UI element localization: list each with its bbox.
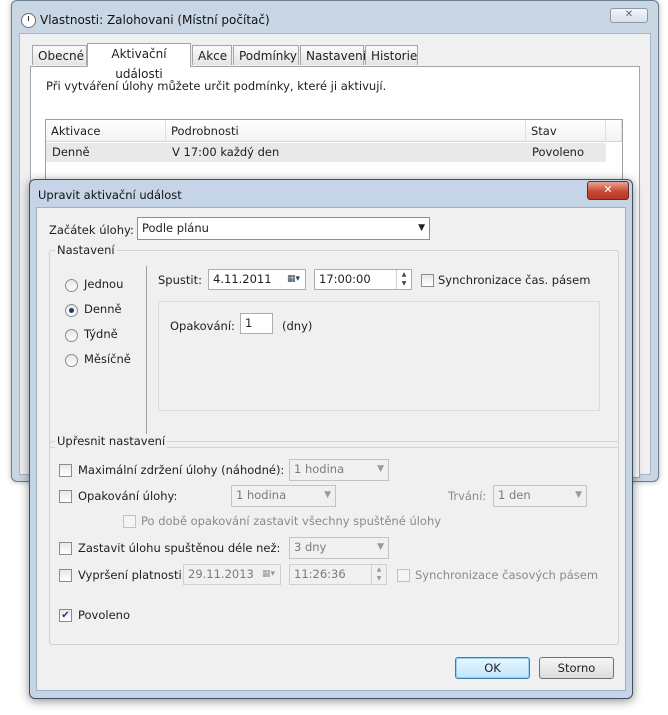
table-cell: Denně <box>52 145 90 159</box>
expire-checkbox[interactable] <box>59 569 72 582</box>
table-row[interactable] <box>46 143 606 162</box>
radio-daily-label[interactable]: Denně <box>84 302 122 316</box>
radio-weekly[interactable] <box>65 329 78 342</box>
tab-settings[interactable]: Nastavení <box>300 45 366 65</box>
expire-date-value: 29.11.2013 <box>188 567 254 581</box>
max-delay-checkbox[interactable] <box>59 464 72 477</box>
start-date-value: 4.11.2011 <box>213 272 272 286</box>
enabled-checkbox[interactable]: ✔ <box>59 609 72 622</box>
expire-sync-checkbox[interactable] <box>397 569 410 582</box>
clock-icon <box>21 13 36 28</box>
table-cell: Povoleno <box>532 145 584 159</box>
radio-weekly-label[interactable]: Týdně <box>84 327 118 341</box>
repeat-task-value: 1 hodina <box>236 488 287 502</box>
expire-time-field[interactable]: 11:26:36 ▲ ▼ <box>289 564 387 585</box>
sync-timezones-checkbox[interactable] <box>421 274 434 287</box>
radio-monthly-label[interactable]: Měsíčně <box>84 352 131 366</box>
table-cell: V 17:00 každý den <box>172 145 280 159</box>
settings-legend: Nastavení <box>55 243 117 257</box>
close-button[interactable]: ✕ <box>610 8 648 23</box>
sync-timezones-label[interactable]: Synchronizace čas. pásem <box>438 273 590 287</box>
stop-longer-label[interactable]: Zastavit úlohu spuštěnou déle než: <box>78 541 280 555</box>
time-spinner[interactable]: ▲ ▼ <box>396 270 411 289</box>
column-header[interactable]: Aktivace <box>46 120 166 142</box>
start-select-value: Podle plánu <box>142 221 209 235</box>
duration-value: 1 den <box>498 488 531 502</box>
settings-divider <box>146 266 147 440</box>
tab-history[interactable]: Historie <box>365 45 418 65</box>
stop-longer-checkbox[interactable] <box>59 542 72 555</box>
start-label: Začátek úlohy: <box>49 223 134 237</box>
radio-monthly[interactable] <box>65 354 78 367</box>
chevron-down-icon: ▼ <box>324 490 331 500</box>
repeat-input[interactable]: 1 <box>240 313 273 334</box>
dialog-close-button[interactable]: ✕ <box>587 181 629 200</box>
chevron-down-icon: ▼ <box>377 464 384 474</box>
window-title: Vlastnosti: Zalohovani (Místní počítač) <box>40 13 270 27</box>
stop-longer-select[interactable]: 3 dny ▼ <box>289 537 389 559</box>
chevron-down-icon: ▼ <box>418 223 425 233</box>
tab-conditions[interactable]: Podmínky <box>233 45 299 65</box>
column-header[interactable]: Stav <box>526 120 606 142</box>
chevron-down-icon: ▼ <box>377 542 384 552</box>
stop-longer-value: 3 dny <box>294 540 327 554</box>
column-header-filler <box>606 120 622 142</box>
expire-time-value: 11:26:36 <box>294 567 346 581</box>
max-delay-label[interactable]: Maximální zdržení úlohy (náhodné): <box>78 463 284 477</box>
repeat-task-label[interactable]: Opakování úlohy: <box>78 489 177 503</box>
column-header[interactable]: Podrobnosti <box>166 120 526 142</box>
start-select[interactable]: Podle plánu ▼ <box>137 217 430 240</box>
expire-date-picker[interactable]: 29.11.2013 ▦▾ <box>183 564 281 585</box>
tab-actions[interactable]: Akce <box>192 45 232 65</box>
repeat-task-checkbox[interactable] <box>59 490 72 503</box>
tab-general[interactable]: Obecné <box>32 45 87 65</box>
enabled-label[interactable]: Povoleno <box>78 608 130 622</box>
radio-once[interactable] <box>65 279 78 292</box>
advanced-legend: Upřesnit nastavení <box>55 434 168 448</box>
stop-all-checkbox[interactable] <box>123 515 136 528</box>
dialog-client: Začátek úlohy: Podle plánu ▼ Nastavení J… <box>36 207 626 691</box>
chevron-down-icon: ▼ <box>575 490 582 500</box>
expire-label[interactable]: Vypršení platnosti: <box>78 568 186 582</box>
radio-daily[interactable] <box>65 304 78 317</box>
repeat-box <box>158 301 600 411</box>
dialog-title: Upravit aktivační událost <box>38 188 182 202</box>
calendar-icon[interactable]: ▦▾ <box>262 565 275 584</box>
duration-select[interactable]: 1 den ▼ <box>493 485 587 507</box>
max-delay-select[interactable]: 1 hodina ▼ <box>289 459 389 481</box>
expire-sync-label[interactable]: Synchronizace časových pásem <box>415 568 598 582</box>
repeat-label: Opakování: <box>170 319 235 333</box>
tab-triggers[interactable]: Aktivační události <box>87 43 191 81</box>
radio-once-label[interactable]: Jednou <box>84 277 123 291</box>
ok-button[interactable]: OK <box>455 657 530 679</box>
start-time-field[interactable]: 17:00:00 ▲ ▼ <box>314 269 412 290</box>
edit-trigger-dialog: Upravit aktivační událost ✕ Začátek úloh… <box>29 179 633 699</box>
triggers-description: Při vytváření úlohy můžete určit podmínk… <box>46 79 387 93</box>
time-spinner[interactable]: ▲ ▼ <box>371 565 386 584</box>
max-delay-value: 1 hodina <box>294 462 345 476</box>
start-time-value: 17:00:00 <box>319 272 371 286</box>
stop-all-label[interactable]: Po době opakování zastavit všechny spušt… <box>141 514 441 528</box>
start-date-picker[interactable]: 4.11.2011 ▦▾ <box>208 269 306 290</box>
start-time-label: Spustit: <box>158 273 202 287</box>
repeat-unit: (dny) <box>282 319 313 333</box>
duration-label: Trvání: <box>448 489 487 503</box>
repeat-task-select[interactable]: 1 hodina ▼ <box>231 485 336 507</box>
cancel-button[interactable]: Storno <box>539 657 614 679</box>
calendar-icon[interactable]: ▦▾ <box>287 270 300 289</box>
